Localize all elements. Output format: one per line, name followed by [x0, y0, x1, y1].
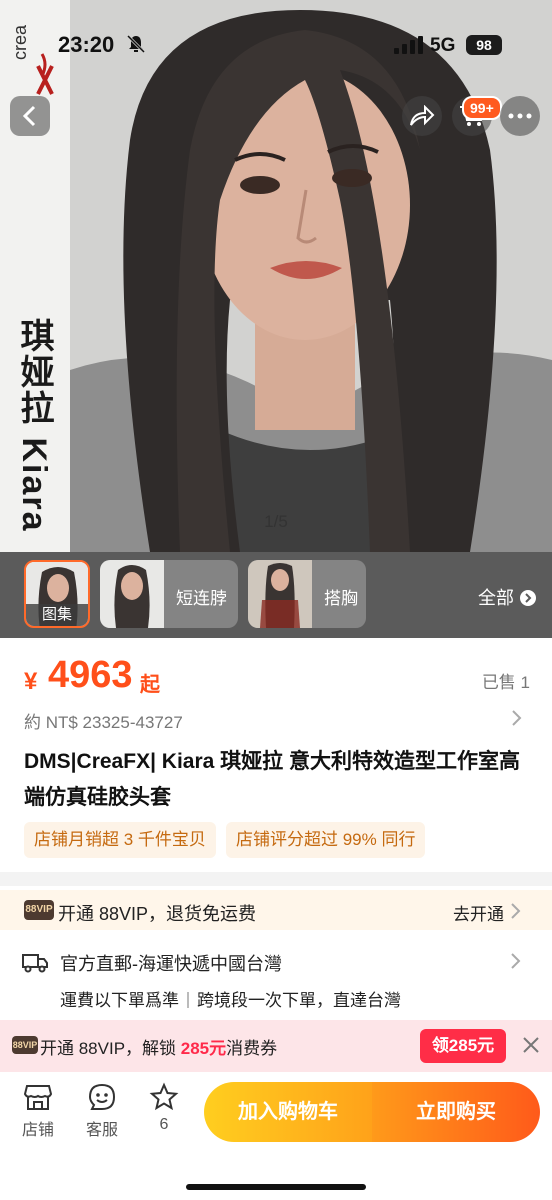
- vip-coupon-bar[interactable]: 88VIP 开通 88VIP，解锁 285元消费券 领285元: [0, 1020, 552, 1072]
- home-indicator: [186, 1184, 366, 1190]
- favorite-button[interactable]: 6: [134, 1082, 194, 1134]
- vip-text: 开通 88VIP，退货免运费: [58, 904, 257, 924]
- coupon-text-after: 消费券: [226, 1039, 278, 1058]
- thumbnail-label: 短连脖: [176, 589, 227, 608]
- status-bar: 23:20 5G 98: [0, 0, 552, 70]
- bottom-action-bar: 店铺 客服 6 加入购物车 立即购买: [0, 1072, 552, 1200]
- shipping-title: 官方直郵-海運快遞中國台灣: [60, 954, 282, 974]
- thumbnail-image: [100, 560, 164, 628]
- price-value: 4963: [48, 654, 133, 696]
- store-icon: [23, 1085, 53, 1110]
- close-icon[interactable]: [520, 1034, 542, 1056]
- more-button[interactable]: [500, 96, 540, 136]
- customer-service-button[interactable]: 客服: [72, 1082, 132, 1140]
- hero-vertical-title: 琪娅拉 Kiara: [15, 318, 53, 533]
- bell-slash-icon: [126, 34, 146, 54]
- share-icon: [410, 105, 435, 126]
- price-currency: ¥: [24, 668, 38, 695]
- thumbnail-short-neck[interactable]: 短连脖: [100, 560, 238, 628]
- separator: [187, 992, 189, 1008]
- shipping-detail: 運費以下單爲準 跨境段一次下單，直達台灣: [60, 986, 401, 1011]
- add-to-cart-button[interactable]: 加入购物车: [204, 1082, 372, 1142]
- chat-face-icon: [88, 1083, 116, 1110]
- more-icon: [508, 113, 532, 119]
- price-suffix: 起: [140, 674, 160, 696]
- thumbnail-label: 搭胸: [324, 589, 358, 608]
- signal-icon: [394, 36, 423, 54]
- buy-now-button[interactable]: 立即购买: [372, 1082, 540, 1142]
- thumbnail-image: [248, 560, 312, 628]
- price-row: ¥ 4963 起 已售 1: [24, 654, 534, 700]
- favorite-count: 6: [159, 1116, 169, 1133]
- shipping-cross-border-note: 跨境段一次下單，直達台灣: [197, 991, 401, 1010]
- product-hero-image[interactable]: crea 琪娅拉 Kiara 23:20 5G 98 99+ 1/5: [0, 0, 552, 552]
- image-counter: 1/5: [264, 512, 288, 531]
- truck-icon: [22, 954, 48, 973]
- cart-badge: 99+: [462, 96, 502, 120]
- back-button[interactable]: [10, 96, 50, 136]
- network-label: 5G: [430, 35, 456, 56]
- store-label: 店铺: [21, 1122, 54, 1139]
- vip-free-return-row[interactable]: 88VIP 开通 88VIP，退货免运费 去开通: [0, 890, 552, 930]
- coupon-amount: 285元: [180, 1039, 227, 1058]
- thumbnail-gallery[interactable]: 图集: [24, 560, 90, 628]
- chevron-left-icon: [22, 105, 36, 127]
- product-page: crea 琪娅拉 Kiara 23:20 5G 98 99+ 1/5 图集 短连…: [0, 0, 552, 1200]
- thumbnail-chest[interactable]: 搭胸: [248, 560, 366, 628]
- star-icon: [149, 1082, 179, 1111]
- vip-logo: 88VIP: [24, 900, 54, 920]
- store-button[interactable]: 店铺: [8, 1082, 68, 1140]
- view-all-link[interactable]: 全部: [478, 584, 537, 610]
- thumbnail-strip: 图集 短连脖 搭胸 全部: [0, 552, 552, 638]
- tag-store-rating: 店铺评分超过 99% 同行: [226, 822, 426, 858]
- chevron-right-icon: [511, 903, 521, 919]
- converted-price[interactable]: 約 NT$ 23325-43727: [24, 708, 183, 733]
- section-divider: [0, 872, 552, 886]
- chevron-right-circle-icon: [520, 590, 537, 606]
- shipping-row[interactable]: 官方直郵-海運快遞中國台灣 運費以下單爲準 跨境段一次下單，直達台灣: [0, 942, 552, 1018]
- product-title: DMS|CreaFX| Kiara 琪娅拉 意大利特效造型工作室高端仿真硅胶头套: [24, 750, 520, 809]
- tag-monthly-sales: 店铺月销超 3 千件宝贝: [24, 822, 216, 858]
- sold-count: 已售 1: [481, 673, 530, 692]
- status-time: 23:20: [58, 32, 115, 57]
- view-all-label: 全部: [478, 588, 514, 608]
- chevron-right-icon[interactable]: [510, 708, 524, 728]
- coupon-text-before: 开通 88VIP，解锁: [40, 1039, 181, 1058]
- chevron-right-icon: [511, 953, 521, 969]
- coupon-text: 开通 88VIP，解锁 285元消费券: [40, 1034, 277, 1059]
- thumbnail-label: 图集: [26, 604, 88, 626]
- customer-service-label: 客服: [85, 1122, 118, 1139]
- claim-coupon-button[interactable]: 领285元: [420, 1029, 506, 1063]
- vip-activate-link[interactable]: 去开通: [453, 900, 504, 925]
- product-portrait: [70, 0, 552, 552]
- share-button[interactable]: [402, 96, 442, 136]
- vip-logo: 88VIP: [12, 1036, 38, 1054]
- shipping-fee-note: 運費以下單爲準: [60, 991, 179, 1010]
- battery-indicator: 98: [466, 35, 502, 55]
